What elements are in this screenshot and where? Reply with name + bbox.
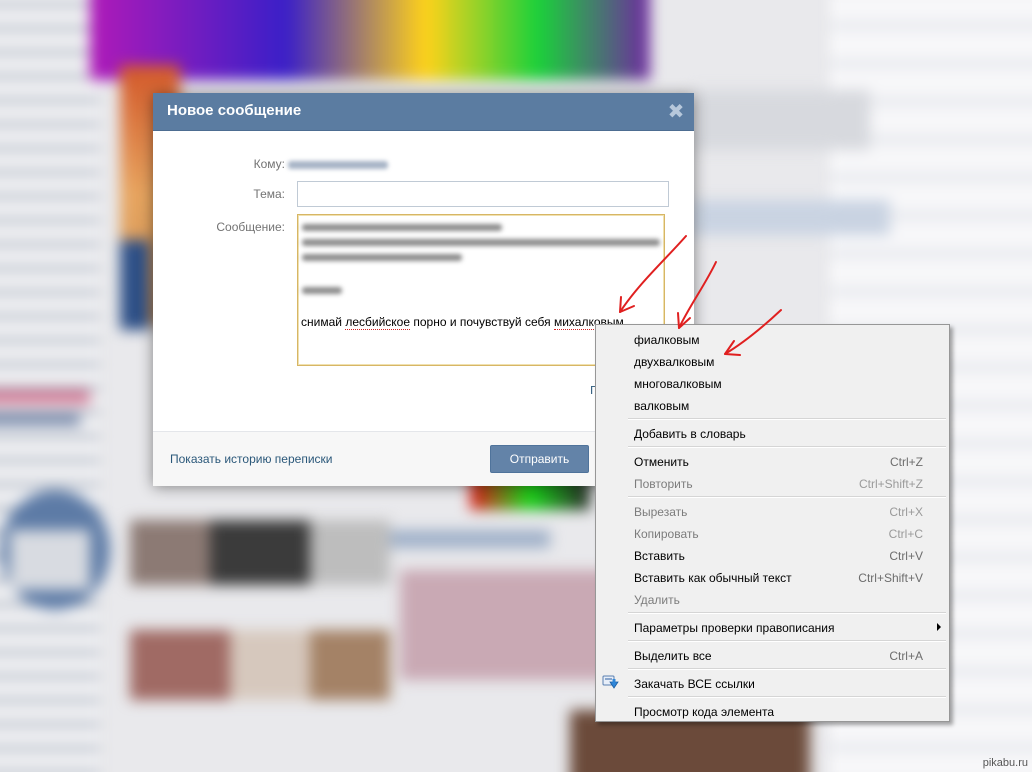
menu-separator xyxy=(628,418,946,420)
close-icon[interactable]: ✖ xyxy=(666,101,686,121)
redo-item: Повторить Ctrl+Shift+Z xyxy=(634,477,923,491)
subject-input[interactable] xyxy=(297,181,669,207)
undo-item[interactable]: Отменить Ctrl+Z xyxy=(596,450,949,472)
download-manager-icon xyxy=(602,675,619,689)
subject-label: Тема: xyxy=(253,187,285,201)
dialog-title: Новое сообщение xyxy=(167,102,302,119)
copy-item: Копировать Ctrl+C xyxy=(634,527,923,541)
menu-separator xyxy=(628,612,946,614)
show-history-link[interactable]: Показать историю переписки xyxy=(170,452,332,466)
menu-separator xyxy=(628,496,946,498)
menu-separator xyxy=(628,640,946,642)
download-all-links-item[interactable]: Закачать ВСЕ ссылки xyxy=(596,672,949,694)
add-to-dictionary-item[interactable]: Добавить в словарь xyxy=(596,422,949,444)
inspect-element-item[interactable]: Просмотр кода элемента xyxy=(596,700,949,722)
suggestion-item[interactable]: двухвалковым xyxy=(596,350,949,372)
submenu-arrow-icon xyxy=(937,623,941,631)
menu-separator xyxy=(628,668,946,670)
suggestion-item[interactable]: многовалковым xyxy=(596,372,949,394)
message-label: Сообщение: xyxy=(216,220,285,234)
spellcheck-options-item[interactable]: Параметры проверки правописания xyxy=(596,616,949,638)
misspelled-word: лесбийское xyxy=(345,315,410,330)
suggestion-item[interactable]: валковым xyxy=(596,394,949,416)
message-word: и xyxy=(449,315,457,329)
paste-item[interactable]: Вставить Ctrl+V xyxy=(596,544,949,566)
cut-item: Вырезать Ctrl+X xyxy=(634,505,923,519)
menu-separator xyxy=(628,696,946,698)
watermark: pikabu.ru xyxy=(982,757,1028,769)
delete-item: Удалить xyxy=(634,593,680,607)
message-word: порно xyxy=(413,315,447,329)
message-word: почувствуй xyxy=(459,315,522,329)
message-word: снимай xyxy=(301,315,342,329)
send-button[interactable]: Отправить xyxy=(490,445,589,473)
context-menu: фиалковым двухвалковым многовалковым вал… xyxy=(595,324,950,722)
to-label: Кому: xyxy=(253,157,285,171)
dialog-header: Новое сообщение ✖ xyxy=(153,93,694,131)
message-word: себя xyxy=(524,315,551,329)
message-text: снимай лесбийское порно и почувствуй себ… xyxy=(301,315,624,330)
paste-plain-text-item[interactable]: Вставить как обычный текст Ctrl+Shift+V xyxy=(596,566,949,588)
suggestion-item[interactable]: фиалковым xyxy=(596,328,949,350)
menu-separator xyxy=(628,446,946,448)
select-all-item[interactable]: Выделить все Ctrl+A xyxy=(596,644,949,666)
recipient-field[interactable] xyxy=(288,161,388,169)
